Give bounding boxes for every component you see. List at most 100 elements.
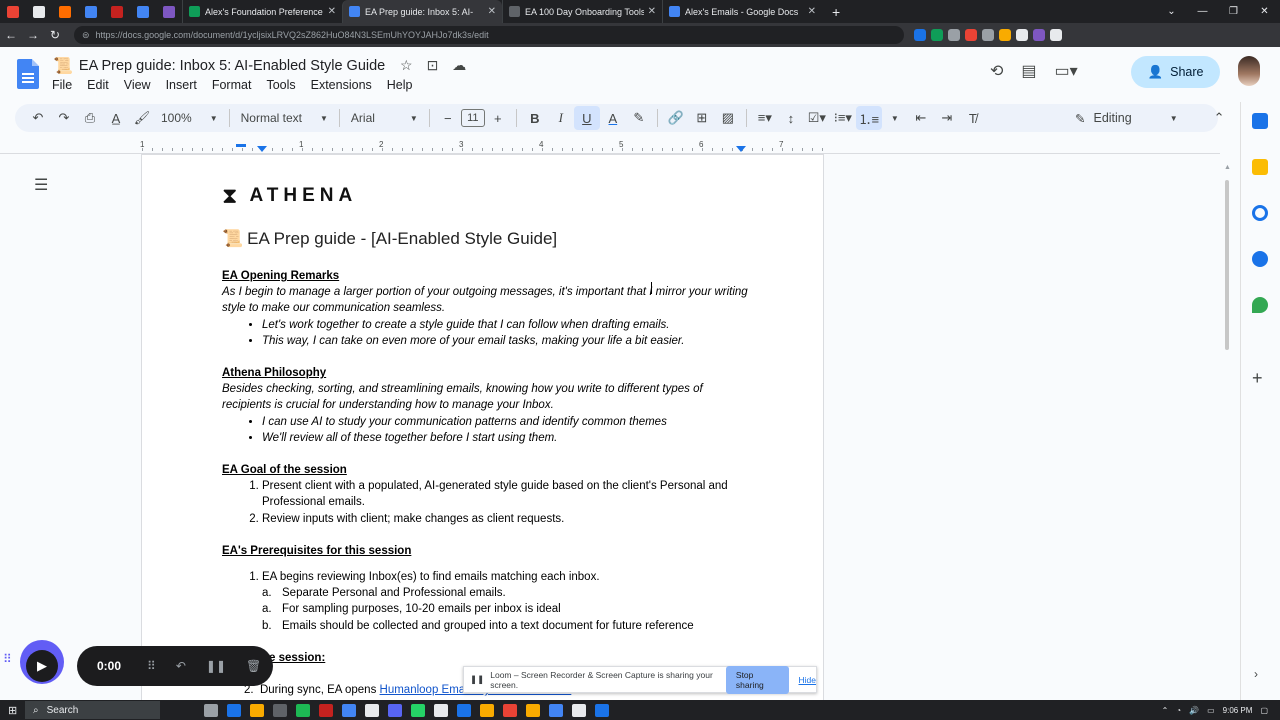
- taskbar-search[interactable]: ⌕ Search: [25, 701, 160, 719]
- maps-icon[interactable]: [1252, 297, 1268, 313]
- print-icon[interactable]: ⎙: [77, 106, 103, 130]
- tab-search-icon[interactable]: ⌄: [1156, 6, 1187, 17]
- link-icon[interactable]: 🔗: [663, 106, 689, 130]
- document-page[interactable]: ⧗ ATHENA 📜 EA Prep guide - [AI-Enabled S…: [142, 155, 823, 720]
- right-indent-marker[interactable]: [736, 146, 746, 152]
- back-icon[interactable]: ←: [0, 28, 22, 42]
- align-icon[interactable]: ≡▾: [752, 106, 778, 130]
- taskbar-app-icon[interactable]: [503, 703, 517, 717]
- comments-icon[interactable]: ▤: [1021, 61, 1036, 81]
- scroll-up-icon[interactable]: ▲: [1224, 164, 1231, 171]
- browser-tab[interactable]: EA Prep guide: Inbox 5: AI- ✕: [342, 0, 502, 23]
- increase-indent-icon[interactable]: ⇥: [934, 106, 960, 130]
- extension-icon[interactable]: [999, 29, 1011, 41]
- left-indent-marker[interactable]: [257, 146, 267, 152]
- browser-tab[interactable]: Alex's Foundation Preference ✕: [182, 0, 342, 23]
- menu-item-view[interactable]: View: [124, 78, 151, 92]
- windows-start-icon[interactable]: ⊞: [8, 704, 17, 717]
- pinned-tab[interactable]: [156, 0, 182, 23]
- taskbar-app-icon[interactable]: [273, 703, 287, 717]
- stop-sharing-button[interactable]: Stop sharing: [725, 665, 789, 694]
- taskbar-app-icon[interactable]: [526, 703, 540, 717]
- add-comment-icon[interactable]: ⊞: [689, 106, 715, 130]
- chevron-down-icon[interactable]: ▼: [882, 106, 908, 130]
- tray-chevron-icon[interactable]: ⌃: [1162, 706, 1169, 715]
- drag-handle-icon[interactable]: ⠿: [3, 652, 12, 666]
- paint-format-icon[interactable]: 🖌: [129, 106, 155, 130]
- taskbar-app-icon[interactable]: [319, 703, 333, 717]
- taskbar-app-icon[interactable]: [457, 703, 471, 717]
- text-color-icon[interactable]: A: [600, 106, 626, 130]
- pinned-tab[interactable]: [52, 0, 78, 23]
- editing-mode-select[interactable]: ✎ Editing ▼ ⌃: [1075, 104, 1225, 132]
- first-line-indent-marker[interactable]: [236, 144, 246, 147]
- hide-button[interactable]: Hide: [799, 675, 816, 685]
- extension-icon[interactable]: [1033, 29, 1045, 41]
- increase-font-icon[interactable]: +: [485, 106, 511, 130]
- taskbar-app-icon[interactable]: [250, 703, 264, 717]
- reload-icon[interactable]: ↻: [44, 28, 66, 42]
- pinned-tab[interactable]: [26, 0, 52, 23]
- browser-tab[interactable]: Alex's Emails - Google Docs ✕: [662, 0, 822, 23]
- calendar-icon[interactable]: [1252, 113, 1268, 129]
- tasks-icon[interactable]: [1252, 205, 1268, 221]
- bold-icon[interactable]: B: [522, 106, 548, 130]
- pinned-tab[interactable]: [78, 0, 104, 23]
- contacts-icon[interactable]: [1252, 251, 1268, 267]
- italic-icon[interactable]: I: [548, 106, 574, 130]
- underline-icon[interactable]: U: [573, 106, 600, 130]
- battery-icon[interactable]: ▭: [1207, 706, 1215, 715]
- close-tab-icon[interactable]: ✕: [488, 6, 496, 17]
- add-addon-icon[interactable]: +: [1252, 368, 1263, 389]
- line-spacing-icon[interactable]: ↕: [778, 106, 804, 130]
- browser-tab[interactable]: EA 100 Day Onboarding Tools / 1 ✕: [502, 0, 662, 23]
- show-side-panel-icon[interactable]: ›: [1254, 667, 1258, 681]
- highlight-icon[interactable]: ✎: [626, 106, 652, 130]
- extension-icon[interactable]: [982, 29, 994, 41]
- undo-icon[interactable]: ↶: [25, 106, 51, 130]
- restart-icon[interactable]: ↶: [176, 659, 186, 673]
- zoom-select[interactable]: 100% ▼: [155, 111, 224, 125]
- close-tab-icon[interactable]: ✕: [648, 6, 656, 17]
- minimize-icon[interactable]: —: [1187, 6, 1218, 17]
- spellcheck-icon[interactable]: A̲: [103, 106, 129, 130]
- taskbar-app-icon[interactable]: [434, 703, 448, 717]
- loom-camera-bubble[interactable]: ▶: [20, 636, 64, 686]
- horizontal-ruler[interactable]: 11234567: [140, 140, 823, 154]
- taskbar-app-icon[interactable]: [480, 703, 494, 717]
- pause-icon[interactable]: ❚❚: [206, 659, 226, 673]
- font-select[interactable]: Arial ▼: [345, 111, 424, 125]
- camera-icon[interactable]: ▶: [26, 650, 58, 682]
- extension-icon[interactable]: [1016, 29, 1028, 41]
- meet-icon[interactable]: ▭▾: [1055, 61, 1078, 81]
- taskbar-app-icon[interactable]: [296, 703, 310, 717]
- taskbar-app-icon[interactable]: [572, 703, 586, 717]
- taskbar-app-icon[interactable]: [411, 703, 425, 717]
- document-outline-icon[interactable]: ☰: [34, 175, 50, 195]
- taskbar-app-icon[interactable]: [342, 703, 356, 717]
- redo-icon[interactable]: ↷: [51, 106, 77, 130]
- taskbar-app-icon[interactable]: [227, 703, 241, 717]
- decrease-indent-icon[interactable]: ⇤: [908, 106, 934, 130]
- extension-icon[interactable]: [965, 29, 977, 41]
- document-title[interactable]: 📜 EA Prep guide: Inbox 5: AI-Enabled Sty…: [53, 56, 385, 76]
- notifications-icon[interactable]: ▢: [1260, 706, 1268, 715]
- numbered-list-icon[interactable]: ⒈≡: [855, 106, 882, 130]
- extension-icon[interactable]: [914, 29, 926, 41]
- taskbar-app-icon[interactable]: [365, 703, 379, 717]
- close-tab-icon[interactable]: ✕: [808, 6, 816, 17]
- close-tab-icon[interactable]: ✕: [328, 6, 336, 17]
- decrease-font-icon[interactable]: −: [435, 106, 461, 130]
- restore-icon[interactable]: ❐: [1218, 6, 1249, 17]
- menu-item-insert[interactable]: Insert: [166, 78, 197, 92]
- clock[interactable]: 9:06 PM: [1223, 706, 1253, 715]
- extension-icon[interactable]: [948, 29, 960, 41]
- close-window-icon[interactable]: ✕: [1249, 6, 1280, 17]
- menu-item-file[interactable]: File: [52, 78, 72, 92]
- collapse-menus-icon[interactable]: ⌃: [1214, 110, 1225, 126]
- docs-logo-icon[interactable]: [17, 59, 39, 89]
- site-info-icon[interactable]: ⊜: [82, 30, 90, 41]
- style-select[interactable]: Normal text ▼: [235, 111, 334, 125]
- menu-item-tools[interactable]: Tools: [266, 78, 295, 92]
- star-icon[interactable]: ☆: [400, 57, 413, 74]
